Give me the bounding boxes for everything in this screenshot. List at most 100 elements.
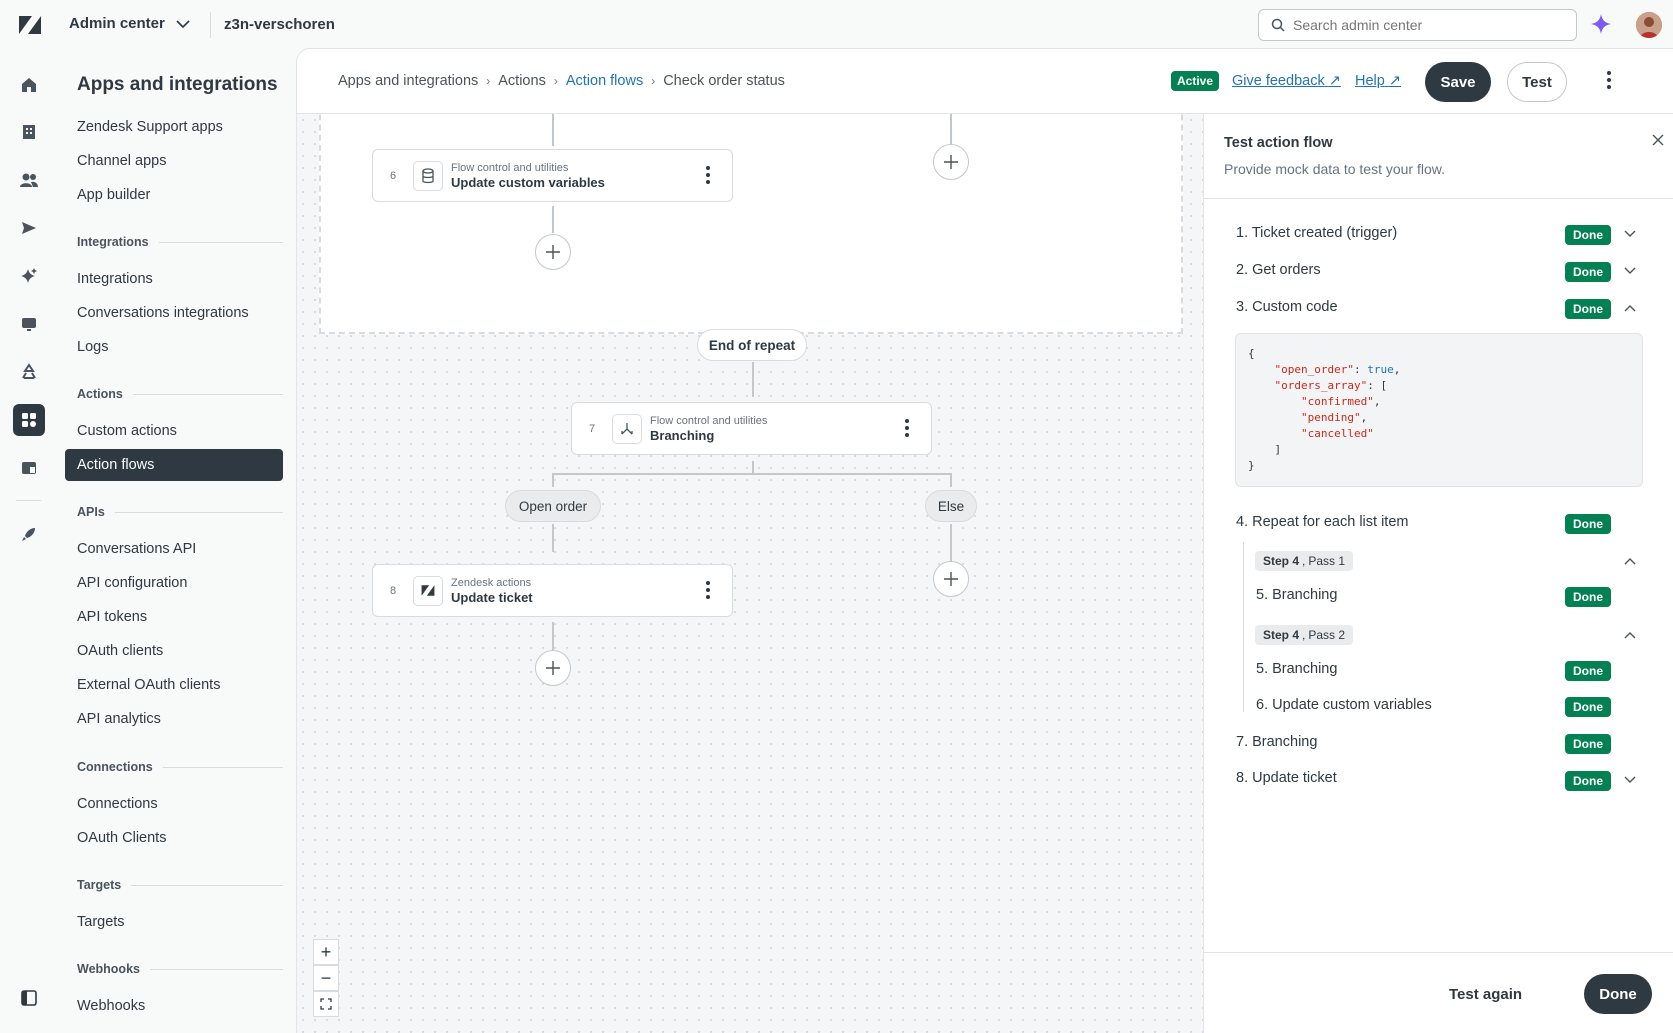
nav-item-api-configuration[interactable]: API configuration [65, 567, 283, 599]
test-substep[interactable]: 5. Branching [1256, 661, 1337, 677]
chevron-down-icon[interactable] [1624, 230, 1636, 238]
more-options-icon[interactable] [1607, 71, 1611, 89]
test-step-8[interactable]: 8. Update ticket [1236, 770, 1337, 786]
repeat-container [319, 114, 1183, 334]
test-again-button[interactable]: Test again [1439, 974, 1532, 1014]
fit-view-button[interactable] [313, 991, 339, 1017]
status-badge: Done [1565, 514, 1611, 534]
nav-item-oauth-clients[interactable]: OAuth clients [65, 635, 283, 667]
status-badge: Done [1565, 661, 1611, 681]
chevron-down-icon[interactable] [1624, 267, 1636, 275]
flow-node-7[interactable]: 7 Flow control and utilities Branching [571, 402, 932, 455]
nav-item-channel-apps[interactable]: Channel apps [65, 145, 283, 177]
people-icon [20, 173, 38, 187]
nav-item-api-tokens[interactable]: API tokens [65, 601, 283, 633]
rail-apps[interactable] [13, 404, 45, 436]
divider [210, 12, 211, 38]
add-step-button[interactable] [535, 650, 571, 686]
add-step-button[interactable] [933, 144, 969, 180]
search-box[interactable] [1258, 9, 1577, 41]
test-button[interactable]: Test [1507, 62, 1567, 102]
test-step-3[interactable]: 3. Custom code [1236, 299, 1338, 315]
chevron-up-icon[interactable] [1624, 304, 1636, 312]
give-feedback-link[interactable]: Give feedback ↗ [1232, 73, 1341, 89]
breadcrumb-current: Check order status [663, 73, 785, 89]
node-menu-icon[interactable] [706, 166, 710, 184]
test-step-7[interactable]: 7. Branching [1236, 734, 1317, 750]
breadcrumb-actions[interactable]: Actions [498, 73, 546, 89]
zoom-out-button[interactable]: − [313, 965, 339, 991]
apps-icon [22, 413, 36, 427]
nav-item-webhooks[interactable]: Webhooks [65, 990, 283, 1022]
help-link[interactable]: Help ↗ [1355, 73, 1401, 89]
flow-node-8[interactable]: 8 Zendesk actions Update ticket [372, 564, 733, 617]
add-step-button[interactable] [535, 234, 571, 270]
pass-tag: Step 4, Pass 2 [1255, 625, 1354, 645]
connector [752, 362, 754, 397]
nav-item-action-flows[interactable]: Action flows [65, 449, 283, 481]
nav-item-integrations[interactable]: Integrations [65, 263, 283, 295]
test-substep[interactable]: 5. Branching [1256, 587, 1337, 603]
rocket-icon [22, 528, 35, 541]
done-button[interactable]: Done [1584, 974, 1652, 1014]
close-icon[interactable] [1652, 134, 1664, 146]
save-button[interactable]: Save [1425, 62, 1491, 102]
test-step-1[interactable]: 1. Ticket created (trigger) [1236, 225, 1397, 241]
status-badge: Done [1565, 587, 1611, 607]
nav-item-targets[interactable]: Targets [65, 906, 283, 938]
node-menu-icon[interactable] [905, 419, 909, 437]
sparkle-icon [21, 268, 37, 283]
breadcrumb-action-flows[interactable]: Action flows [566, 73, 643, 89]
nest-indicator [1243, 542, 1244, 712]
product-switcher[interactable]: Admin center [69, 15, 191, 32]
rail-home[interactable] [13, 69, 45, 101]
add-step-button[interactable] [933, 561, 969, 597]
nav-item-app-builder[interactable]: App builder [65, 179, 283, 211]
nav-item-logs[interactable]: Logs [65, 331, 283, 363]
external-link-icon: ↗ [1328, 73, 1341, 89]
search-input[interactable] [1293, 17, 1553, 33]
branch-open-order[interactable]: Open order [505, 490, 601, 522]
rail-people[interactable] [13, 164, 45, 196]
ai-sparkle-icon[interactable] [1590, 13, 1612, 35]
rail-channels[interactable] [13, 212, 45, 244]
nav-title: Apps and integrations [77, 74, 278, 95]
chevron-down-icon[interactable] [1624, 776, 1636, 784]
nav-item-support-apps[interactable]: Zendesk Support apps [65, 111, 283, 143]
zendesk-logo-icon[interactable] [18, 14, 42, 36]
chevron-up-icon[interactable] [1624, 557, 1636, 565]
rail-objects-rules[interactable] [13, 452, 45, 484]
rail-ai[interactable] [13, 260, 45, 292]
test-step-2[interactable]: 2. Get orders [1236, 262, 1321, 278]
rail-workspaces[interactable] [13, 308, 45, 340]
branch-else[interactable]: Else [925, 490, 977, 522]
nav-item-conversations-api[interactable]: Conversations API [65, 533, 283, 565]
status-badge: Done [1565, 771, 1611, 791]
divider [1204, 198, 1673, 199]
test-substep[interactable]: 6. Update custom variables [1256, 697, 1432, 713]
breadcrumb-apps[interactable]: Apps and integrations [338, 73, 478, 89]
chevron-up-icon[interactable] [1624, 631, 1636, 639]
external-link-icon: ↗ [1388, 73, 1402, 89]
nav-item-conversations-integrations[interactable]: Conversations integrations [65, 297, 283, 329]
node-menu-icon[interactable] [706, 581, 710, 599]
nav-item-custom-actions[interactable]: Custom actions [65, 415, 283, 447]
connector [552, 206, 554, 233]
nav-item-api-analytics[interactable]: API analytics [65, 703, 283, 735]
chevron-right-icon: › [486, 74, 491, 88]
flow-canvas[interactable]: 6 Flow control and utilities Update cust… [297, 114, 1203, 1033]
test-step-4[interactable]: 4. Repeat for each list item [1236, 514, 1408, 530]
flow-node-6[interactable]: 6 Flow control and utilities Update cust… [372, 149, 733, 202]
user-avatar[interactable] [1636, 12, 1662, 38]
top-bar: Admin center z3n-verschoren [0, 0, 1673, 50]
rail-objects[interactable] [13, 356, 45, 388]
rail-collapse[interactable] [13, 982, 45, 1014]
rail-account[interactable] [13, 116, 45, 148]
rail-marketplace[interactable] [13, 518, 45, 550]
nav-item-oauth-clients-2[interactable]: OAuth Clients [65, 822, 283, 854]
nav-item-connections[interactable]: Connections [65, 788, 283, 820]
nav-item-external-oauth-clients[interactable]: External OAuth clients [65, 669, 283, 701]
monitor-icon [22, 318, 36, 331]
zoom-in-button[interactable]: + [313, 939, 339, 965]
node-number: 6 [389, 169, 397, 182]
